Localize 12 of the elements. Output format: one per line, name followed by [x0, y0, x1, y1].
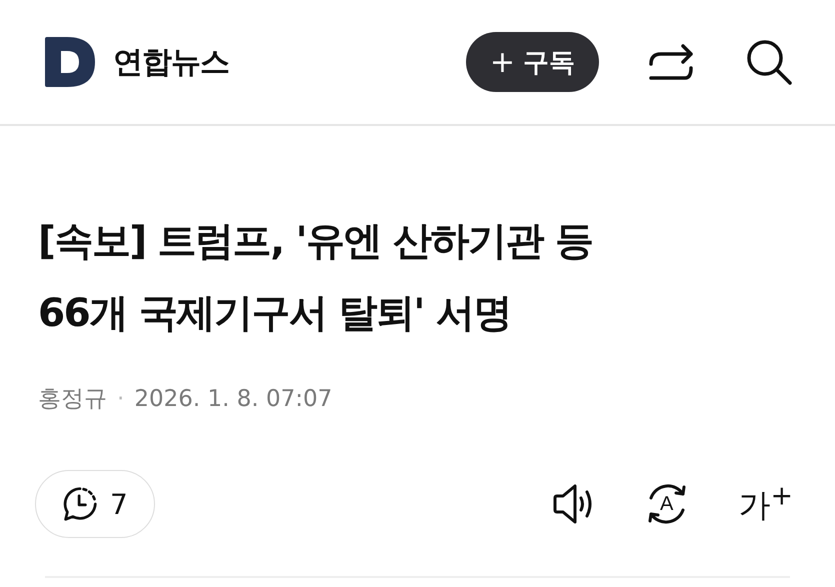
article-title: [속보] 트럼프, '유엔 산하기관 등 66개 국제기구서 탈퇴' 서명: [38, 218, 594, 338]
comment-button[interactable]: 7: [35, 470, 155, 538]
brand-name[interactable]: 연합뉴스: [113, 42, 229, 82]
translate-button[interactable]: A: [642, 480, 691, 528]
subscribe-button[interactable]: + 구독: [466, 32, 599, 92]
author-name: 홍정규: [38, 385, 107, 414]
publish-date: 2026. 1. 8. 07:07: [134, 386, 332, 412]
separator: ·: [117, 386, 124, 412]
chat-clock-icon: [62, 486, 98, 522]
font-size-button[interactable]: 가$^{+}$: [738, 480, 793, 528]
search-icon[interactable]: [745, 38, 793, 86]
logo-icon: [45, 37, 95, 87]
